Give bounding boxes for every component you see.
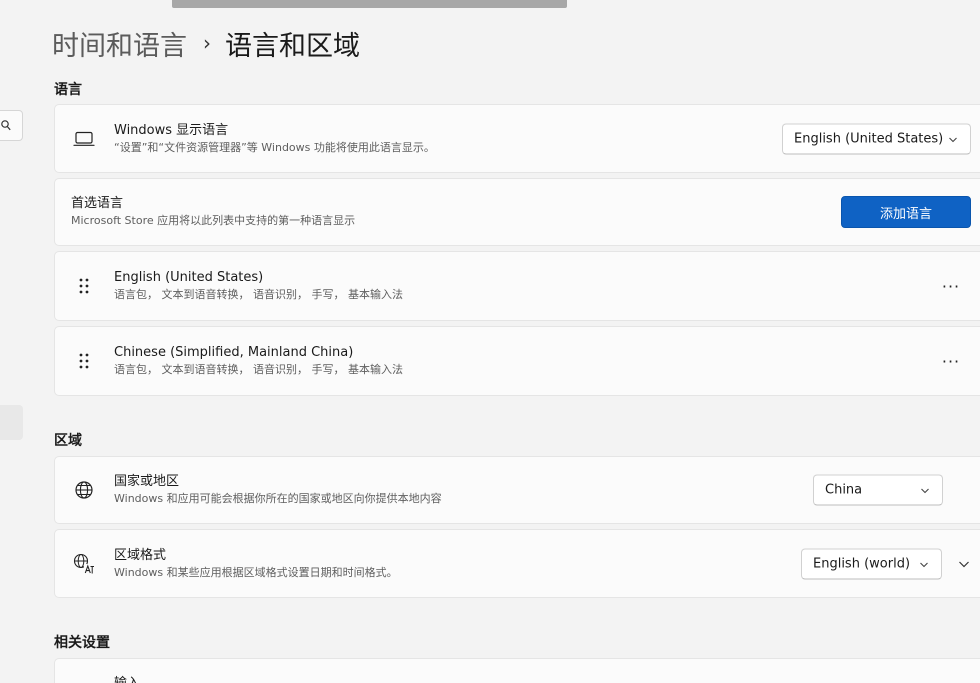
sidebar-search-box[interactable] [0, 110, 23, 141]
display-language-card: Windows 显示语言 “设置”和“文件资源管理器”等 Windows 功能将… [54, 104, 980, 173]
more-options-button[interactable]: ··· [933, 346, 969, 376]
breadcrumb-separator: › [203, 31, 211, 55]
expand-chevron-icon[interactable] [952, 552, 976, 576]
country-region-description: Windows 和应用可能会根据你所在的国家或地区向你提供本地内容 [114, 492, 442, 505]
section-title-region: 区域 [54, 433, 82, 449]
sidebar-selected-item[interactable] [0, 405, 23, 440]
more-options-button[interactable]: ··· [933, 271, 969, 301]
country-region-value: China [825, 482, 863, 498]
regional-format-title: 区域格式 [114, 547, 167, 563]
language-name: Chinese (Simplified, Mainland China) [114, 345, 354, 360]
regional-format-value: English (world) [813, 556, 911, 571]
related-setting-typing[interactable]: 输入 [54, 658, 980, 683]
related-setting-title: 输入 [114, 675, 140, 683]
language-item-chinese[interactable]: Chinese (Simplified, Mainland China) 语言包… [54, 326, 980, 396]
drag-handle-icon[interactable] [73, 350, 95, 372]
preferred-languages-title: 首选语言 [71, 196, 124, 211]
regional-format-card[interactable]: 区域格式 Windows 和某些应用根据区域格式设置日期和时间格式。 Engli… [54, 529, 980, 598]
language-features: 语言包， 文本到语音转换， 语音识别， 手写， 基本输入法 [114, 288, 403, 301]
language-name: English (United States) [114, 270, 264, 285]
country-region-card: 国家或地区 Windows 和应用可能会根据你所在的国家或地区向你提供本地内容 … [54, 456, 980, 524]
language-item-english[interactable]: English (United States) 语言包， 文本到语音转换， 语音… [54, 251, 980, 321]
drag-handle-icon[interactable] [73, 275, 95, 297]
country-region-title: 国家或地区 [114, 474, 180, 489]
globe-language-icon [73, 553, 95, 575]
monitor-icon [73, 128, 95, 150]
breadcrumb: 时间和语言 › 语言和区域 [52, 23, 360, 63]
display-language-value: English (United States) [794, 131, 944, 146]
search-icon [1, 120, 11, 131]
display-language-description: “设置”和“文件资源管理器”等 Windows 功能将使用此语言显示。 [114, 140, 435, 154]
window-top-strip [172, 0, 567, 8]
display-language-dropdown[interactable]: English (United States) [782, 123, 971, 154]
language-features: 语言包， 文本到语音转换， 语音识别， 手写， 基本输入法 [114, 363, 403, 376]
globe-icon [73, 479, 95, 501]
chevron-down-icon [949, 137, 957, 142]
section-title-language: 语言 [54, 82, 82, 98]
add-language-button[interactable]: 添加语言 [841, 196, 971, 228]
display-language-title: Windows 显示语言 [114, 122, 229, 138]
regional-format-description: Windows 和某些应用根据区域格式设置日期和时间格式。 [114, 565, 398, 579]
country-region-dropdown[interactable]: China [813, 474, 943, 506]
preferred-languages-card: 首选语言 Microsoft Store 应用将以此列表中支持的第一种语言显示 … [54, 178, 980, 246]
regional-format-dropdown[interactable]: English (world) [801, 548, 942, 579]
preferred-languages-description: Microsoft Store 应用将以此列表中支持的第一种语言显示 [71, 214, 356, 227]
page-title: 语言和区域 [225, 30, 360, 62]
breadcrumb-parent[interactable]: 时间和语言 [52, 24, 187, 63]
chevron-down-icon [921, 488, 929, 494]
chevron-down-icon [920, 562, 928, 567]
section-title-related: 相关设置 [54, 635, 110, 651]
